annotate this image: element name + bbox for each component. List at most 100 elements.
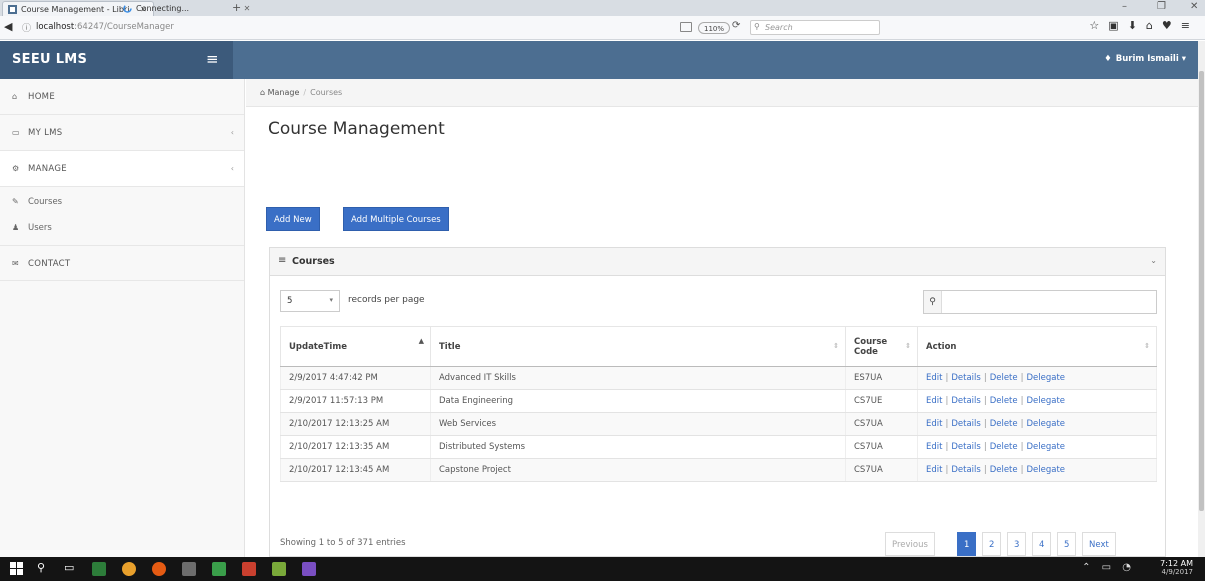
close-tab-icon[interactable]: ✕ [244, 4, 251, 13]
back-arrow-icon[interactable]: ◀ [4, 20, 12, 33]
reader-view-icon[interactable] [680, 22, 692, 32]
column-header-action[interactable]: Action ⇕ [917, 326, 1157, 367]
page-favicon-icon [8, 5, 17, 14]
app-icon[interactable] [212, 562, 226, 576]
new-tab-icon[interactable]: + [232, 1, 241, 14]
cell-course-code: CS7UA [845, 458, 918, 482]
action-details-link[interactable]: Details [951, 396, 980, 406]
brand-logo-text[interactable]: SEEU LMS [12, 52, 87, 67]
action-delete-link[interactable]: Delete [990, 465, 1018, 475]
pagination-page[interactable]: 1 [957, 532, 977, 556]
page-scrollbar[interactable] [1198, 41, 1205, 557]
column-header-title[interactable]: Title ⇕ [430, 326, 846, 367]
browser-search-input[interactable]: ⚲ Search [750, 20, 880, 35]
chevron-down-icon: ▾ [329, 296, 333, 304]
action-delete-link[interactable]: Delete [990, 396, 1018, 406]
pagination-page[interactable]: 4 [1032, 532, 1052, 556]
panel-header: ≡ Courses ⌄ [270, 248, 1165, 276]
action-details-link[interactable]: Details [951, 442, 980, 452]
info-icon[interactable]: ⓘ [22, 21, 31, 34]
app-icon[interactable] [272, 562, 286, 576]
action-delegate-link[interactable]: Delegate [1027, 419, 1066, 429]
sort-icon: ⇕ [905, 342, 911, 350]
table-search-input[interactable]: ⚲ [923, 290, 1157, 314]
action-delegate-link[interactable]: Delegate [1027, 465, 1066, 475]
zoom-level[interactable]: 110% [698, 22, 731, 34]
loading-spinner-icon [123, 4, 132, 13]
reload-icon[interactable]: ⟳ [732, 20, 740, 31]
user-icon: ♦ [1104, 54, 1112, 64]
windows-taskbar: ⚲ ▭ ⌃ ▭ ◔ 7:12 AM 4/9/2017 [0, 557, 1205, 581]
user-menu[interactable]: ♦ Burim Ismaili ▾ [1104, 54, 1186, 64]
breadcrumb-manage[interactable]: ⌂ Manage [260, 88, 299, 97]
home-icon: ⌂ [12, 92, 18, 101]
scroll-thumb[interactable] [1199, 71, 1204, 511]
chrome-icon[interactable] [122, 562, 136, 576]
action-edit-link[interactable]: Edit [926, 442, 942, 452]
table-row: 2/10/2017 12:13:45 AM Capstone Project CS7… [280, 458, 1157, 482]
toolbar-icons[interactable]: ☆▣⬇⌂♥≡ [1089, 19, 1199, 32]
maximize-icon[interactable]: ❐ [1157, 1, 1166, 12]
chevron-down-icon[interactable]: ⌄ [1150, 256, 1157, 265]
search-icon: ⚲ [924, 291, 942, 313]
windows-start-icon[interactable] [10, 562, 24, 576]
action-delegate-link[interactable]: Delegate [1027, 442, 1066, 452]
column-header-updatetime[interactable]: UpdateTime ▲ [280, 326, 431, 367]
action-delete-link[interactable]: Delete [990, 419, 1018, 429]
visual-studio-icon[interactable] [302, 562, 316, 576]
action-edit-link[interactable]: Edit [926, 465, 942, 475]
action-delegate-link[interactable]: Delegate [1027, 396, 1066, 406]
cogs-icon: ⚙ [12, 164, 20, 173]
sidebar-subitem-users[interactable]: ♟ Users [0, 215, 244, 241]
records-per-page-label: records per page [348, 295, 425, 305]
clock[interactable]: 7:12 AM 4/9/2017 [1160, 559, 1193, 576]
cell-title: Web Services [430, 412, 846, 436]
action-details-link[interactable]: Details [951, 465, 980, 475]
add-multiple-courses-button[interactable]: Add Multiple Courses [343, 207, 449, 231]
courses-panel: ≡ Courses ⌄ 5 ▾ records per page ⚲ Updat… [269, 247, 1166, 557]
action-edit-link[interactable]: Edit [926, 373, 942, 383]
task-view-icon[interactable]: ▭ [64, 561, 74, 574]
pagination-previous[interactable]: Previous [885, 532, 935, 556]
action-delegate-link[interactable]: Delegate [1027, 373, 1066, 383]
add-new-button[interactable]: Add New [266, 207, 320, 231]
app-icon[interactable] [242, 562, 256, 576]
sidebar-item-manage[interactable]: ⚙ MANAGE ‹ [0, 151, 244, 187]
action-details-link[interactable]: Details [951, 419, 980, 429]
url-bar[interactable]: ⓘ localhost:64247/CourseManager 110% ⟳ ⚲… [20, 19, 1020, 37]
tab-title: Course Management - Libri [21, 5, 130, 14]
table-info: Showing 1 to 5 of 371 entries [280, 538, 406, 548]
app-icon[interactable] [92, 562, 106, 576]
action-delete-link[interactable]: Delete [990, 442, 1018, 452]
cell-course-code: ES7UA [845, 366, 918, 390]
close-window-icon[interactable]: ✕ [1190, 1, 1198, 12]
sidebar-item-home[interactable]: ⌂ HOME [0, 79, 244, 115]
bookmark-star-icon: ☆ [1089, 19, 1109, 32]
sidebar-item-my-lms[interactable]: ▭ MY LMS ‹ [0, 115, 244, 151]
pagination-next[interactable]: Next [1082, 532, 1116, 556]
sort-icon: ⇕ [1144, 342, 1150, 350]
app-icon[interactable] [182, 562, 196, 576]
sidebar: ⌂ HOME ▭ MY LMS ‹ ⚙ MANAGE ‹ ✎ Courses ♟… [0, 79, 245, 557]
sidebar-toggle-icon[interactable]: ≡ [206, 50, 219, 68]
system-tray-icons[interactable]: ⌃ ▭ ◔ [1082, 562, 1135, 573]
home-icon: ⌂ [1145, 19, 1162, 32]
records-per-page-select[interactable]: 5 ▾ [280, 290, 340, 312]
pagination-page[interactable]: 3 [1007, 532, 1027, 556]
pagination-page[interactable]: 2 [982, 532, 1002, 556]
firefox-icon[interactable] [152, 562, 166, 576]
search-icon[interactable]: ⚲ [37, 561, 45, 574]
action-edit-link[interactable]: Edit [926, 419, 942, 429]
minimize-icon[interactable]: – [1122, 1, 1127, 12]
column-header-course-code[interactable]: Course Code ⇕ [845, 326, 918, 367]
action-delete-link[interactable]: Delete [990, 373, 1018, 383]
envelope-icon: ✉ [12, 259, 19, 268]
table-row: 2/10/2017 12:13:35 AM Distributed Systems… [280, 435, 1157, 459]
cell-updatetime: 2/10/2017 12:13:25 AM [280, 412, 431, 436]
action-details-link[interactable]: Details [951, 373, 980, 383]
pagination-page[interactable]: 5 [1057, 532, 1077, 556]
sidebar-item-contact[interactable]: ✉ CONTACT [0, 245, 244, 281]
action-edit-link[interactable]: Edit [926, 396, 942, 406]
panel-title: Courses [292, 256, 335, 267]
sidebar-subitem-courses[interactable]: ✎ Courses [0, 189, 244, 215]
